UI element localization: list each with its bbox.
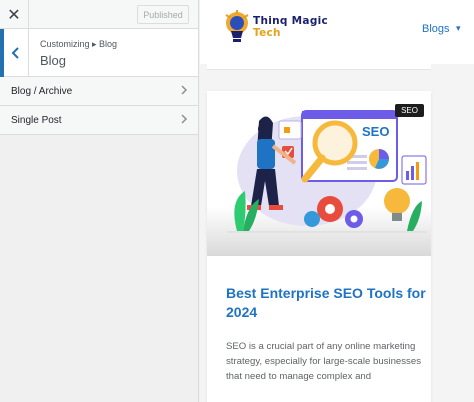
chevron-left-icon [11,47,19,59]
logo-line2: Tech [253,27,281,39]
chevron-right-icon [181,113,188,127]
published-button[interactable]: Published [137,5,189,24]
section-title: Blog [40,53,67,68]
panel-item-single-post[interactable]: Single Post [0,106,198,135]
chevron-down-icon[interactable]: ▾ [456,23,461,34]
panel-item-blog-archive[interactable]: Blog / Archive [0,77,198,106]
category-badge[interactable]: SEO [395,104,424,117]
site-logo[interactable]: Thinq Magic Tech [253,15,328,39]
close-customizer-button[interactable]: ✕ [0,0,29,29]
post-excerpt: SEO is a crucial part of any online mark… [226,341,421,382]
section-header: Customizing ▸ Blog Blog [0,29,198,77]
illustration-seo-text: SEO [362,124,389,139]
nav-blogs-link[interactable]: Blogs [422,23,450,35]
back-button[interactable] [0,29,29,77]
site-header: Thinq Magic Tech Blogs ▾ [200,0,474,64]
customizer-panel: ✕ Published Customizing ▸ Blog Blog Blog… [0,0,199,402]
close-icon: ✕ [7,6,21,24]
panel-item-label: Single Post [11,114,62,126]
logo-lightbulb-icon[interactable] [222,9,252,47]
post-title[interactable]: Best Enterprise SEO Tools for 2024 [226,284,426,322]
breadcrumb: Customizing ▸ Blog [40,39,118,49]
panel-item-label: Blog / Archive [11,85,73,97]
chevron-right-icon [181,84,188,98]
site-preview: Thinq Magic Tech Blogs ▾ SEO SEO Best En… [200,0,474,402]
post-card: SEO SEO Best Enterprise SEO Tools for 20… [207,91,431,402]
post-featured-image[interactable]: SEO SEO [207,91,431,256]
logo-line1: Thinq Magic [253,15,329,27]
customizer-topbar: ✕ Published [0,0,198,29]
